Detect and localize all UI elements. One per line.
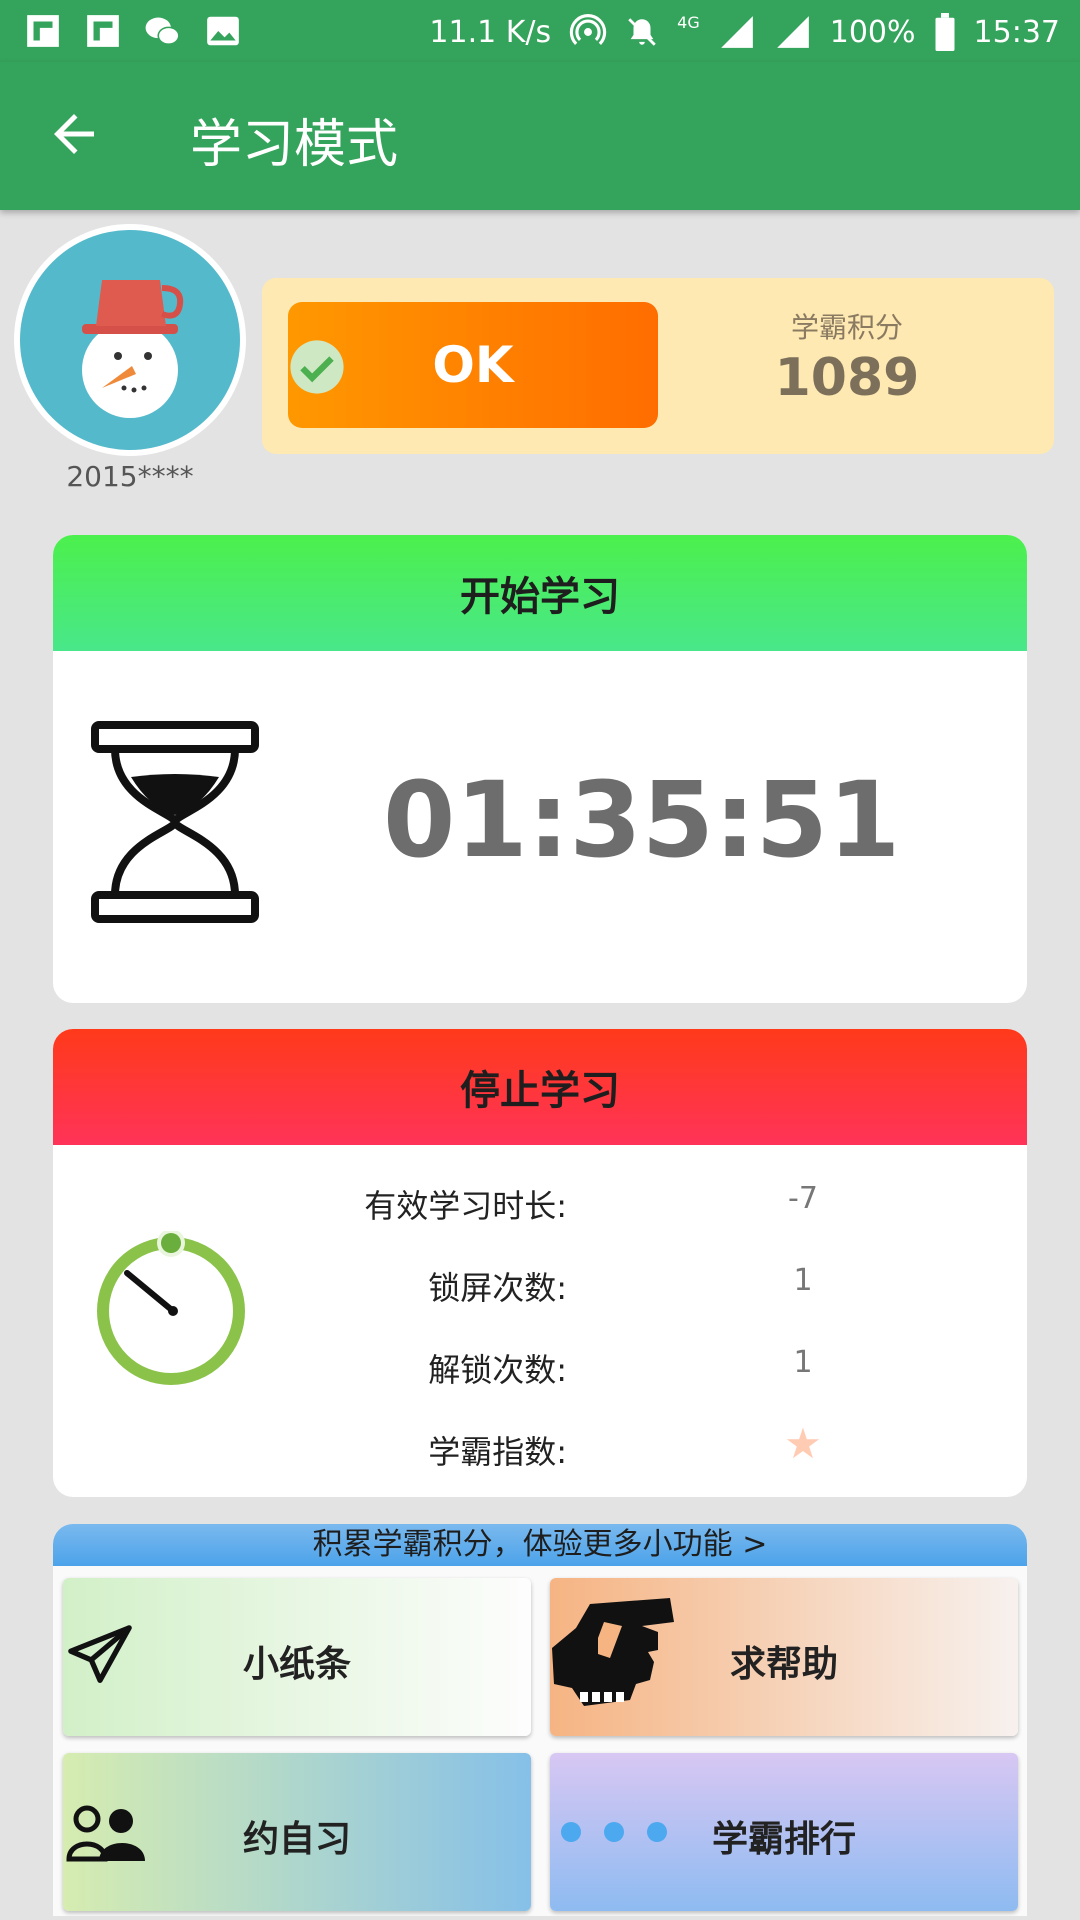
status-bar: 11.1 K/s 4G 100% 15:37 bbox=[0, 0, 1080, 62]
signal-icon bbox=[776, 16, 809, 48]
stat-value: 1 bbox=[793, 1345, 813, 1380]
gallery-icon bbox=[207, 16, 239, 46]
star-icon: ★ bbox=[784, 1419, 822, 1468]
avatar[interactable] bbox=[14, 224, 246, 456]
flipboard-icon bbox=[27, 15, 59, 47]
app-bar: 学习模式 bbox=[0, 62, 1080, 210]
stat-value: -7 bbox=[788, 1181, 818, 1216]
features-banner[interactable]: 积累学霸积分，体验更多小功能 > bbox=[53, 1524, 1027, 1566]
tile-ranking[interactable]: 学霸排行 bbox=[550, 1753, 1018, 1911]
tile-label: 学霸排行 bbox=[711, 1819, 856, 1860]
stat-label: 解锁次数: bbox=[428, 1351, 567, 1389]
stat-row-duration: 有效学习时长: -7 bbox=[53, 1169, 1027, 1229]
score-label: 学霸积分 bbox=[790, 311, 903, 344]
start-study-label: 开始学习 bbox=[460, 574, 620, 620]
back-arrow-icon[interactable] bbox=[44, 104, 104, 164]
battery-icon bbox=[935, 13, 955, 51]
hotspot-icon bbox=[569, 14, 607, 45]
stat-label: 锁屏次数: bbox=[428, 1269, 567, 1307]
stat-label: 学霸指数: bbox=[428, 1433, 567, 1471]
score-value: 1089 bbox=[774, 348, 920, 408]
stat-value: 1 bbox=[793, 1263, 813, 1298]
wechat-icon bbox=[145, 17, 180, 45]
tile-label: 约自习 bbox=[242, 1819, 351, 1860]
tile-study-together[interactable]: 约自习 bbox=[63, 1753, 531, 1911]
user-id: 2015**** bbox=[66, 460, 194, 493]
stop-study-card: 停止学习 有效学习时长: -7 锁屏次数: 1 解锁次数: 1 学霸指数: ★ bbox=[53, 1029, 1027, 1497]
tile-label: 求帮助 bbox=[729, 1644, 838, 1685]
stop-study-button[interactable]: 停止学习 bbox=[53, 1029, 1027, 1145]
start-study-card: 开始学习 01:35:51 bbox=[53, 535, 1027, 1003]
stat-row-unlock-count: 解锁次数: 1 bbox=[53, 1333, 1027, 1393]
tile-label: 小纸条 bbox=[242, 1644, 351, 1685]
clock-time: 15:37 bbox=[973, 14, 1060, 50]
hourglass-icon bbox=[91, 721, 259, 923]
tile-note[interactable]: 小纸条 bbox=[63, 1578, 531, 1736]
signal-icon bbox=[720, 16, 753, 48]
tile-help[interactable]: 求帮助 bbox=[550, 1578, 1018, 1736]
network-type: 4G bbox=[677, 12, 700, 32]
page-title: 学习模式 bbox=[190, 115, 399, 175]
battery-percent: 100% bbox=[829, 14, 916, 50]
ok-label: OK bbox=[432, 336, 514, 394]
stat-label: 有效学习时长: bbox=[364, 1187, 567, 1225]
check-circle-icon bbox=[290, 340, 344, 394]
ok-button[interactable]: OK bbox=[288, 302, 658, 428]
stat-row-index: 学霸指数: ★ bbox=[53, 1415, 1027, 1475]
start-study-button[interactable]: 开始学习 bbox=[53, 535, 1027, 651]
study-timer: 01:35:51 bbox=[383, 759, 901, 881]
net-speed: 11.1 K/s bbox=[429, 14, 552, 50]
flipboard-icon bbox=[87, 15, 119, 47]
stop-study-label: 停止学习 bbox=[460, 1068, 620, 1114]
stat-row-lock-count: 锁屏次数: 1 bbox=[53, 1251, 1027, 1311]
score-panel: OK 学霸积分 1089 bbox=[262, 278, 1054, 454]
mute-icon bbox=[628, 18, 656, 46]
features-panel: 积累学霸积分，体验更多小功能 > 小纸条 求帮助 约自习 学霸排行 bbox=[53, 1524, 1027, 1916]
snowman-avatar-icon bbox=[20, 230, 240, 450]
